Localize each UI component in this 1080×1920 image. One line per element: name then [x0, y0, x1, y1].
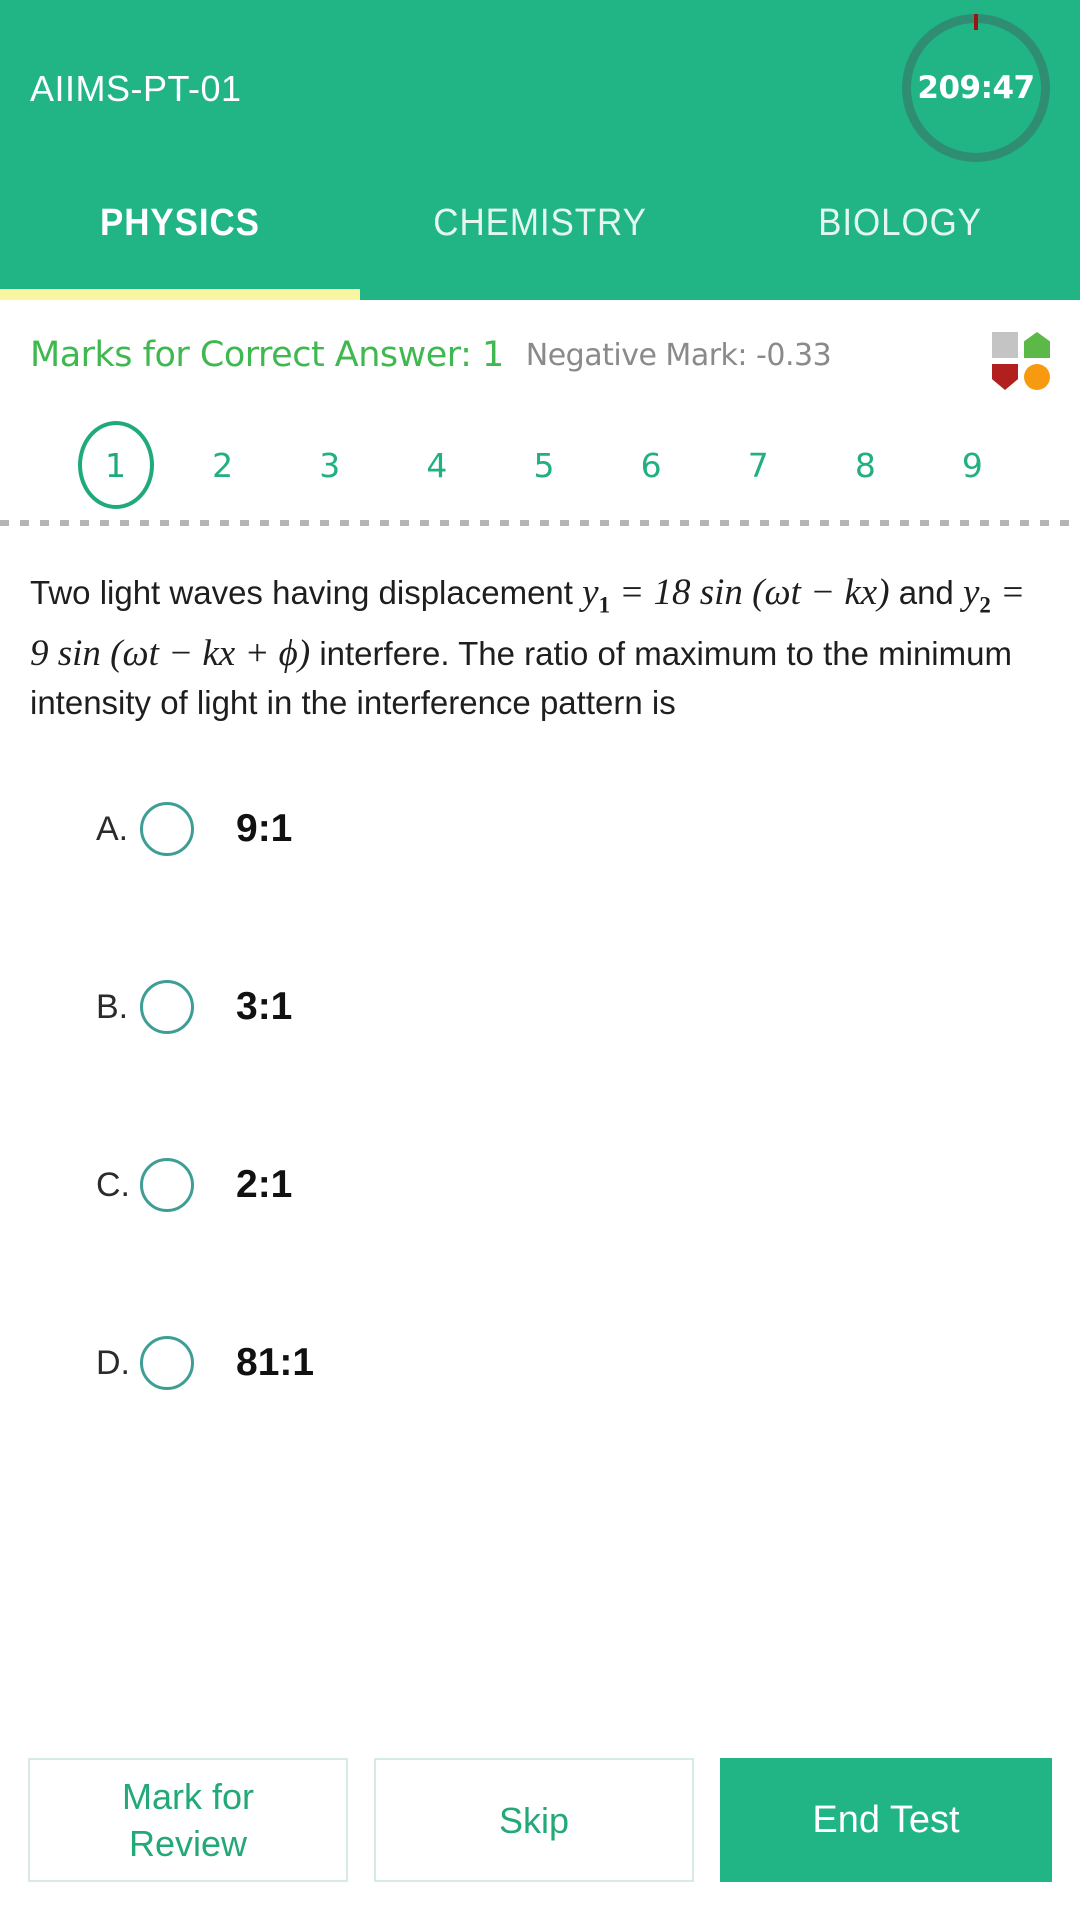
option-d-radio[interactable] — [140, 1336, 194, 1391]
tab-chemistry[interactable]: CHEMISTRY — [360, 190, 720, 300]
option-b-radio[interactable] — [140, 980, 194, 1035]
eq2-variable: y — [962, 572, 980, 613]
legend-review-icon — [1024, 364, 1050, 390]
countdown-timer: 209:47 — [902, 14, 1050, 162]
eq1-subscript: 1 — [598, 592, 611, 618]
question-number-1-label: 1 — [105, 445, 127, 485]
skip-label: Skip — [498, 1799, 570, 1841]
option-c[interactable]: C. 2:1 — [30, 1145, 1050, 1225]
test-screen: AIIMS-PT-01 209:47 PHYSICS CHEMISTRY BIO… — [0, 0, 1080, 1920]
answer-options: A. 9:1 B. 3:1 C. 2:1 D. 81:1 — [30, 789, 1050, 1403]
tab-biology-label: BIOLOGY — [818, 202, 982, 244]
option-c-letter: C. — [96, 1165, 130, 1204]
question-number-strip: 1 2 3 4 5 6 7 8 9 — [0, 410, 1080, 520]
tab-active-indicator — [0, 289, 360, 300]
question-text-part2: and — [889, 574, 963, 611]
subject-tabs: PHYSICS CHEMISTRY BIOLOGY — [0, 190, 1080, 300]
question-number-6[interactable]: 6 — [598, 446, 705, 485]
option-a-radio[interactable] — [140, 802, 194, 857]
question-number-3[interactable]: 3 — [276, 446, 383, 485]
question-number-9[interactable]: 9 — [919, 446, 1026, 485]
app-header: AIIMS-PT-01 209:47 PHYSICS CHEMISTRY BIO… — [0, 0, 1080, 300]
question-number-4[interactable]: 4 — [383, 446, 490, 485]
tab-chemistry-label: CHEMISTRY — [433, 202, 647, 244]
tab-physics-label: PHYSICS — [100, 202, 260, 244]
question-number-5-label: 5 — [533, 445, 555, 485]
marks-info-bar: Marks for Correct Answer: 1 Negative Mar… — [0, 300, 1080, 410]
eq2-subscript: 2 — [979, 592, 991, 618]
question-number-9-label: 9 — [961, 445, 983, 485]
status-legend[interactable] — [992, 332, 1054, 390]
question-text: Two light waves having displacement y1 =… — [30, 568, 1050, 727]
question-number-2[interactable]: 2 — [169, 446, 276, 485]
skip-button[interactable]: Skip — [374, 1758, 694, 1882]
eq1-expression: = 18 sin (ωt − kx) — [619, 572, 890, 613]
mark-for-review-label: Mark for Review — [122, 1773, 254, 1867]
eq1-variable: y — [582, 572, 599, 613]
question-number-8[interactable]: 8 — [812, 446, 919, 485]
option-b[interactable]: B. 3:1 — [30, 967, 1050, 1047]
option-b-value: 3:1 — [236, 985, 293, 1029]
question-number-1[interactable]: 1 — [62, 421, 169, 509]
option-d-letter: D. — [96, 1343, 130, 1382]
option-d[interactable]: D. 81:1 — [30, 1323, 1050, 1403]
tab-biology[interactable]: BIOLOGY — [720, 190, 1080, 300]
legend-not-visited-icon — [992, 332, 1018, 358]
question-number-4-label: 4 — [426, 445, 448, 485]
option-a-letter: A. — [96, 809, 129, 848]
marks-correct-text: Marks for Correct Answer: 1 — [30, 335, 504, 375]
legend-answered-icon — [1024, 332, 1050, 358]
action-bar: Mark for Review Skip End Test — [0, 1720, 1080, 1920]
question-number-5[interactable]: 5 — [490, 446, 597, 485]
question-number-7[interactable]: 7 — [705, 446, 812, 485]
question-number-7-label: 7 — [747, 445, 769, 485]
question-number-8-label: 8 — [854, 445, 876, 485]
question-number-6-label: 6 — [640, 445, 662, 485]
question-number-3-label: 3 — [319, 445, 341, 485]
timer-value: 209:47 — [917, 70, 1035, 106]
option-b-letter: B. — [96, 987, 129, 1026]
mark-for-review-line2: Review — [128, 1823, 248, 1864]
page-title: AIIMS-PT-01 — [30, 68, 242, 109]
question-number-2-label: 2 — [212, 445, 234, 485]
option-c-value: 2:1 — [236, 1163, 293, 1207]
question-text-part1: Two light waves having displacement — [30, 574, 583, 611]
legend-marked-icon — [992, 364, 1018, 390]
mark-for-review-button[interactable]: Mark for Review — [28, 1758, 348, 1882]
option-c-radio[interactable] — [140, 1158, 194, 1213]
question-body: Two light waves having displacement y1 =… — [0, 526, 1080, 1720]
option-a-value: 9:1 — [236, 807, 293, 851]
mark-for-review-line1: Mark for — [121, 1776, 254, 1817]
end-test-label: End Test — [812, 1798, 960, 1841]
option-a[interactable]: A. 9:1 — [30, 789, 1050, 869]
tab-physics[interactable]: PHYSICS — [0, 190, 360, 300]
option-d-value: 81:1 — [236, 1341, 315, 1385]
end-test-button[interactable]: End Test — [720, 1758, 1052, 1882]
marks-negative-text: Negative Mark: -0.33 — [525, 337, 832, 373]
question-equation-1: y1 = 18 sin (ωt − kx) — [582, 572, 890, 617]
